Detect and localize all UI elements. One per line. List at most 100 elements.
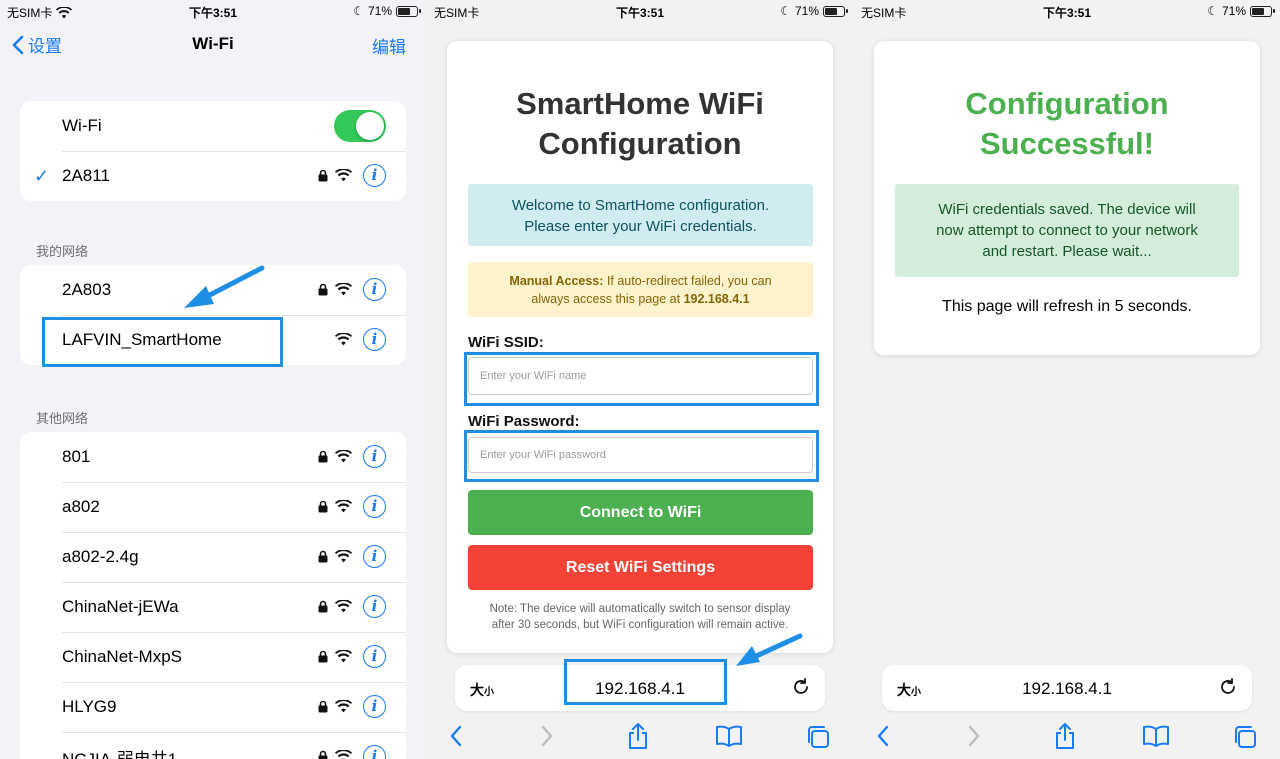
success-screen: 无SIM卡 下午3:51 ☾ 71% Configuration Success… <box>854 0 1280 759</box>
network-name: ChinaNet-jEWa <box>62 597 179 616</box>
tabs-icon[interactable] <box>805 724 831 750</box>
success-message: WiFi credentials saved. The device will … <box>895 184 1239 277</box>
bookmarks-icon[interactable] <box>1142 724 1170 748</box>
network-name: a802-2.4g <box>62 547 139 566</box>
network-row[interactable]: 801 i <box>20 432 406 482</box>
wifi-signal-icon <box>335 332 352 351</box>
lock-icon <box>318 600 328 618</box>
lock-icon <box>318 650 328 668</box>
wifi-toggle-row: Wi-Fi <box>20 101 406 151</box>
manual-text-1: If auto-redirect failed, you can <box>603 274 772 288</box>
info-icon[interactable]: i <box>363 278 386 301</box>
forward-icon[interactable] <box>967 724 981 748</box>
password-label: WiFi Password: <box>468 413 580 430</box>
network-row[interactable]: HLYG9 i <box>20 682 406 732</box>
info-icon[interactable]: i <box>363 595 386 618</box>
info-icon[interactable]: i <box>363 328 386 351</box>
battery-icon <box>396 5 421 17</box>
msg-line-1: WiFi credentials saved. The device will <box>938 201 1196 218</box>
battery-percent: 71% <box>794 4 819 18</box>
page-title: Wi-Fi <box>192 34 234 53</box>
network-row[interactable]: a802 i <box>20 482 406 532</box>
info-icon[interactable]: i <box>363 645 386 668</box>
annotation-arrow <box>184 265 265 308</box>
browser-toolbar <box>854 715 1280 759</box>
wifi-group: Wi-Fi ✓ 2A811 i <box>20 101 406 201</box>
other-networks-group: 801 i a802 i a802-2.4g i ChinaNet-jEWa i… <box>20 432 406 759</box>
back-icon[interactable] <box>449 724 463 748</box>
network-row[interactable]: ChinaNet-jEWa i <box>20 582 406 632</box>
wifi-signal-icon <box>335 599 352 618</box>
network-row[interactable]: NCJIA-弱电井1 i <box>20 732 406 759</box>
wifi-signal-icon <box>335 168 352 187</box>
edit-button[interactable]: 编辑 <box>372 33 406 58</box>
highlight-box <box>464 352 819 406</box>
config-screen: 无SIM卡 下午3:51 ☾ 71% SmartHome WiFi Config… <box>427 0 853 759</box>
msg-line-2: now attempt to connect to your network <box>936 222 1198 239</box>
refresh-text: This page will refresh in 5 seconds. <box>942 298 1192 315</box>
url-text[interactable]: 192.168.4.1 <box>882 679 1252 699</box>
info-icon[interactable]: i <box>363 545 386 568</box>
checkmark-icon: ✓ <box>34 165 50 186</box>
network-row[interactable]: ChinaNet-MxpS i <box>20 632 406 682</box>
info-icon[interactable]: i <box>363 495 386 518</box>
connected-network-row[interactable]: ✓ 2A811 i <box>20 151 406 201</box>
manual-bold: Manual Access: <box>509 274 604 288</box>
network-name: a802 <box>62 497 100 516</box>
note-line-1: Note: The device will automatically swit… <box>489 603 791 615</box>
address-bar[interactable]: 大小 192.168.4.1 <box>882 665 1252 711</box>
highlight-box <box>464 430 819 482</box>
welcome-line-1: Welcome to SmartHome configuration. <box>511 197 770 214</box>
success-card: Configuration Successful! WiFi credentia… <box>874 41 1260 355</box>
config-card: SmartHome WiFi Configuration Welcome to … <box>447 41 833 653</box>
network-name: 2A811 <box>62 166 110 185</box>
back-icon[interactable] <box>876 724 890 748</box>
info-icon[interactable]: i <box>363 695 386 718</box>
info-icon[interactable]: i <box>363 745 386 759</box>
tabs-icon[interactable] <box>1232 724 1258 750</box>
reload-icon[interactable] <box>791 677 811 697</box>
moon-icon: ☾ <box>1207 4 1218 18</box>
manual-text-2: always access this page at <box>531 292 684 306</box>
info-icon[interactable]: i <box>363 445 386 468</box>
wifi-toggle[interactable] <box>334 110 386 142</box>
info-icon[interactable]: i <box>363 164 386 187</box>
forward-icon[interactable] <box>540 724 554 748</box>
note-text: Note: The device will automatically swit… <box>447 601 833 633</box>
lock-icon <box>318 500 328 518</box>
msg-line-3: and restart. Please wait... <box>982 243 1152 260</box>
manual-access-notice: Manual Access: If auto-redirect failed, … <box>468 262 813 317</box>
reset-button[interactable]: Reset WiFi Settings <box>468 545 813 590</box>
battery-icon <box>823 5 848 17</box>
lock-icon <box>318 550 328 568</box>
status-bar: 无SIM卡 下午3:51 ☾ 71% <box>854 0 1280 22</box>
bookmarks-icon[interactable] <box>715 724 743 748</box>
my-networks-header: 我的网络 <box>36 244 89 259</box>
other-networks-header: 其他网络 <box>36 411 89 426</box>
lock-icon <box>318 169 328 187</box>
network-name: 801 <box>62 447 91 466</box>
lock-icon <box>318 700 328 718</box>
battery-percent: 71% <box>367 4 392 18</box>
title-line-1: Configuration <box>965 86 1169 121</box>
wifi-signal-icon <box>335 499 352 518</box>
connect-button[interactable]: Connect to WiFi <box>468 490 813 535</box>
reload-icon[interactable] <box>1218 677 1238 697</box>
wifi-signal-icon <box>335 699 352 718</box>
moon-icon: ☾ <box>353 4 364 18</box>
wifi-signal-icon <box>335 449 352 468</box>
nav-bar: 设置 Wi-Fi 编辑 <box>0 28 426 58</box>
network-name: 2A803 <box>62 280 112 299</box>
wifi-signal-icon <box>335 749 352 759</box>
share-icon[interactable] <box>1053 722 1077 750</box>
title-line-2: Configuration <box>538 126 742 161</box>
network-name: ChinaNet-MxpS <box>62 647 182 666</box>
status-bar: 无SIM卡 下午3:51 ☾ 71% <box>427 0 853 22</box>
highlight-box <box>564 659 727 705</box>
network-row[interactable]: a802-2.4g i <box>20 532 406 582</box>
success-title: Configuration Successful! <box>874 84 1260 164</box>
highlight-box <box>42 317 283 367</box>
welcome-message: Welcome to SmartHome configuration. Plea… <box>468 184 813 246</box>
share-icon[interactable] <box>626 722 650 750</box>
wifi-signal-icon <box>335 282 352 301</box>
